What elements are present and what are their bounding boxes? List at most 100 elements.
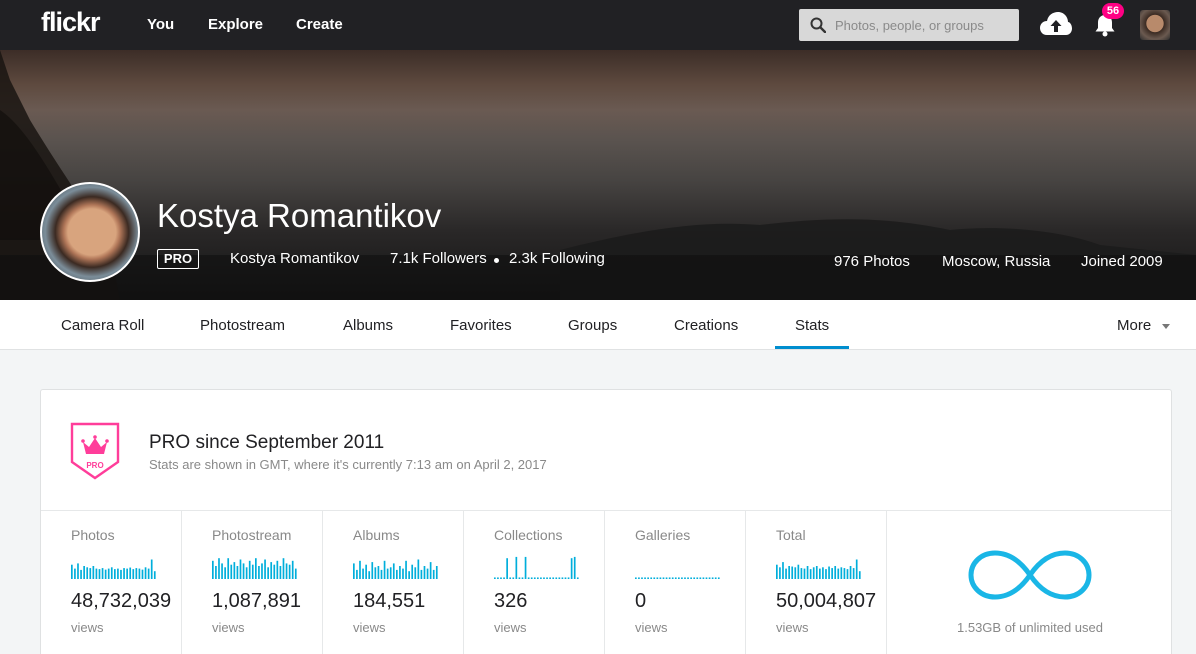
tab-favorites[interactable]: Favorites <box>450 317 512 334</box>
sparkline-chart <box>71 559 156 579</box>
sparkline-chart <box>494 556 579 579</box>
more-menu[interactable]: More <box>1117 317 1151 334</box>
sparkline-bar <box>101 568 104 579</box>
sparkline-bar <box>638 577 640 579</box>
sparkline-bar <box>708 577 711 579</box>
profile-avatar[interactable] <box>40 182 140 282</box>
sparkline-bar <box>248 560 251 579</box>
sparkline-bar <box>141 569 144 579</box>
sparkline-bar <box>353 563 355 579</box>
sparkline-bar <box>662 577 665 579</box>
sparkline-bar <box>653 577 656 579</box>
sparkline-bar <box>524 556 527 579</box>
sparkline-bar <box>230 564 233 579</box>
sparkline-bar <box>420 569 423 579</box>
stat-photos[interactable]: Photos 48,732,039 views <box>41 511 182 654</box>
search-input[interactable] <box>835 15 1010 35</box>
sparkline-bar <box>500 577 502 579</box>
sparkline-bar <box>126 568 128 579</box>
stat-photostream[interactable]: Photostream 1,087,891 views <box>182 511 323 654</box>
stat-value: 1,087,891 <box>212 590 301 612</box>
chevron-down-icon[interactable] <box>1162 324 1170 329</box>
sparkline-bar <box>362 568 364 579</box>
sparkline-bar <box>497 577 499 579</box>
sparkline-bar <box>74 568 76 579</box>
tab-creations[interactable]: Creations <box>674 317 738 334</box>
sparkline-bar <box>98 569 101 579</box>
nav-you[interactable]: You <box>147 16 174 33</box>
pro-since-title: PRO since September 2011 <box>149 432 385 453</box>
sparkline-bar <box>95 568 98 579</box>
sparkline-bar <box>665 577 668 579</box>
stat-collections[interactable]: Collections 326 views <box>464 511 605 654</box>
sparkline-bar <box>822 567 824 579</box>
sparkline-bar <box>221 563 223 579</box>
followers-link[interactable]: 7.1k Followers <box>390 250 487 267</box>
stat-label: Photos <box>71 527 115 543</box>
sparkline-bar <box>389 567 392 579</box>
sparkline-bar <box>405 560 407 579</box>
sparkline-bar <box>144 567 147 579</box>
sparkline-bar <box>702 577 705 579</box>
sparkline-bar <box>555 577 558 579</box>
sparkline-bar <box>791 566 794 579</box>
stat-galleries[interactable]: Galleries 0 views <box>605 511 746 654</box>
sparkline-bar <box>83 566 85 579</box>
sparkline-bar <box>828 566 830 579</box>
sparkline-bar <box>558 577 561 579</box>
sparkline-bar <box>546 577 548 579</box>
sparkline-bar <box>371 562 374 579</box>
sparkline-bar <box>135 568 138 579</box>
sparkline-bar <box>380 569 383 579</box>
sparkline-bar <box>705 577 708 579</box>
top-navigation-bar: flickr You Explore Create 56 <box>0 0 1196 50</box>
sparkline-bar <box>411 564 414 579</box>
tab-albums[interactable]: Albums <box>343 317 393 334</box>
sparkline-bar <box>635 577 637 579</box>
sparkline-bar <box>512 577 515 579</box>
sparkline-bar <box>276 560 279 579</box>
tab-groups[interactable]: Groups <box>568 317 617 334</box>
upload-cloud-icon[interactable] <box>1040 11 1072 37</box>
stat-albums[interactable]: Albums 184,551 views <box>323 511 464 654</box>
stat-label: Total <box>776 527 806 543</box>
sparkline-bar <box>110 567 113 579</box>
sparkline-bar <box>644 577 646 579</box>
sparkline-bar <box>806 566 809 579</box>
sparkline-bar <box>224 567 226 579</box>
stat-label: Photostream <box>212 527 292 543</box>
search-icon[interactable] <box>810 17 826 33</box>
search-box <box>799 9 1019 41</box>
sparkline-bar <box>408 571 410 579</box>
nav-explore[interactable]: Explore <box>208 16 263 33</box>
tab-camera-roll[interactable]: Camera Roll <box>61 317 144 334</box>
sparkline-bar <box>245 567 248 579</box>
sparkline-bar <box>279 566 282 579</box>
infinity-icon <box>968 550 1092 600</box>
sparkline-bar <box>402 568 404 579</box>
stat-total[interactable]: Total 50,004,807 views <box>746 511 887 654</box>
sparkline-bar <box>218 558 220 579</box>
sparkline-bar <box>89 568 92 579</box>
sparkline-bar <box>647 577 649 579</box>
sparkline-bar <box>693 577 696 579</box>
sparkline-bar <box>392 563 395 579</box>
nav-create[interactable]: Create <box>296 16 343 33</box>
sparkline-bar <box>690 577 692 579</box>
profile-name: Kostya Romantikov <box>157 197 442 234</box>
sparkline-bar <box>282 558 285 579</box>
flickr-logo[interactable]: flickr <box>41 7 101 38</box>
photo-count: 976 Photos <box>834 253 910 270</box>
sparkline-bar <box>684 577 686 579</box>
sparkline-bar <box>573 556 576 579</box>
sparkline-bar <box>138 568 141 579</box>
tab-stats[interactable]: Stats <box>795 317 829 334</box>
following-link[interactable]: 2.3k Following <box>509 250 605 267</box>
sparkline-bar <box>429 562 432 579</box>
sparkline-bar <box>656 577 659 579</box>
sparkline-bar <box>86 567 89 579</box>
user-avatar[interactable] <box>1140 10 1170 40</box>
tab-photostream[interactable]: Photostream <box>200 317 285 334</box>
sparkline-bar <box>435 566 438 579</box>
sparkline-bar <box>788 566 790 579</box>
